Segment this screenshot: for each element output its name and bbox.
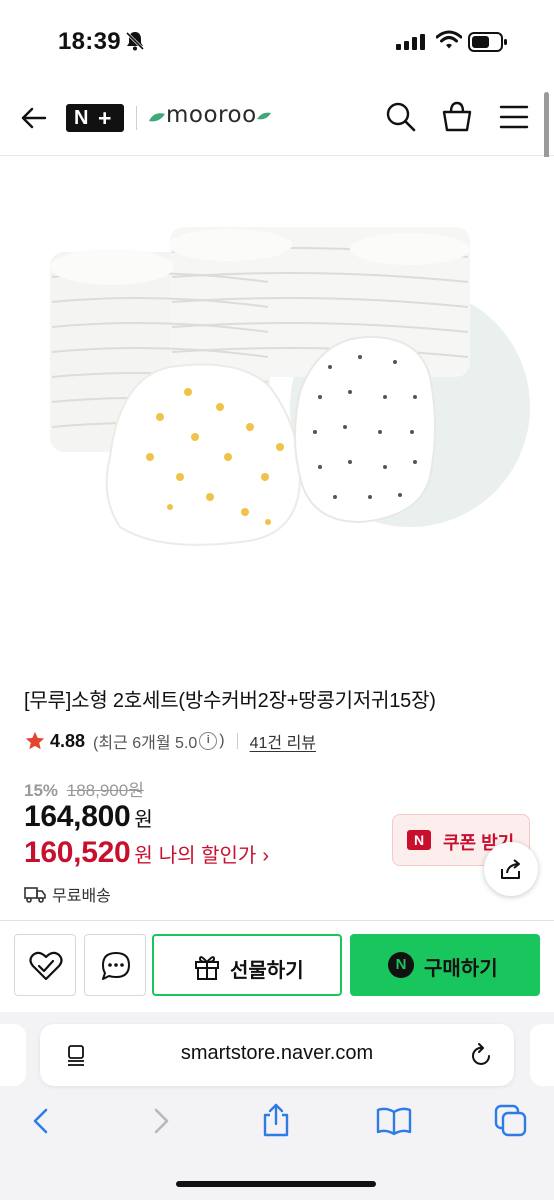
waterproof-cover-yellow	[105, 363, 302, 546]
heart-check-icon	[29, 951, 63, 981]
back-arrow-icon[interactable]	[18, 102, 50, 134]
shopping-bag-icon[interactable]	[440, 100, 474, 134]
gift-label: 선물하기	[230, 960, 304, 982]
product-title: [무루]소형 2호세트(방수커버2장+땅콩기저귀15장)	[24, 690, 436, 712]
leaf-icon	[257, 112, 271, 120]
section-divider	[0, 920, 554, 921]
share-icon	[501, 859, 520, 879]
bookmarks-icon[interactable]	[376, 1106, 412, 1136]
rating-row: 4.88 (최근 6개월 5.0 i ) 41건 리뷰	[24, 728, 316, 754]
status-time: 18:39	[58, 28, 121, 55]
previous-tab-peek[interactable]	[0, 1024, 26, 1086]
gift-icon	[195, 956, 219, 980]
rating-divider	[236, 733, 238, 749]
rating-meta-prefix: (최근 6개월 5.0	[93, 735, 198, 752]
sale-price-unit: 원	[134, 809, 153, 831]
rating-meta-suffix: )	[219, 732, 225, 749]
logo-divider	[136, 106, 137, 130]
buy-label: 구매하기	[424, 958, 498, 980]
my-discount-price: 160,520	[24, 836, 131, 869]
chevron-right-icon: ›	[262, 845, 269, 867]
my-discount-price-unit: 원	[134, 845, 153, 867]
discount-rate: 15%	[24, 781, 59, 800]
browser-toolbar: smartstore.naver.com	[0, 1012, 554, 1200]
leaf-icon	[149, 113, 165, 122]
shipping-row: 무료배송	[24, 882, 111, 906]
waterproof-cover-dotted	[294, 335, 436, 524]
search-icon[interactable]	[384, 100, 418, 134]
my-discount-price-label: 나의 할인가	[158, 845, 257, 867]
share-button[interactable]	[484, 842, 538, 896]
truck-icon	[24, 887, 46, 903]
rating-value: 4.88	[50, 730, 86, 751]
review-count-link[interactable]: 41건 리뷰	[250, 729, 316, 753]
coupon-naver-badge: N	[407, 830, 431, 850]
status-bar: 18:39	[0, 0, 554, 80]
reload-icon[interactable]	[470, 1042, 494, 1068]
product-image[interactable]	[0, 157, 554, 647]
buy-naver-badge: N	[388, 952, 414, 978]
share-sheet-icon[interactable]	[260, 1102, 292, 1138]
back-icon[interactable]	[28, 1106, 54, 1136]
talk-button[interactable]	[84, 934, 146, 996]
sale-price-row: 164,800 원	[24, 800, 153, 834]
info-icon[interactable]: i	[199, 732, 218, 750]
discount-row: 15% 188,900원	[24, 776, 144, 801]
url-text: smartstore.naver.com	[180, 1042, 374, 1064]
home-indicator	[176, 1181, 376, 1187]
tabs-icon[interactable]	[494, 1104, 528, 1138]
bell-off-icon	[125, 31, 145, 51]
battery-icon	[468, 32, 507, 52]
my-discount-price-row[interactable]: 160,520 원 나의 할인가 ›	[24, 836, 269, 870]
wifi-icon	[436, 30, 462, 49]
next-tab-peek[interactable]	[530, 1024, 554, 1086]
wishlist-button[interactable]	[14, 934, 76, 996]
gift-button[interactable]: 선물하기	[152, 934, 342, 996]
app-header: N + mooroo	[0, 80, 554, 156]
hamburger-menu-icon[interactable]	[498, 102, 530, 132]
naver-plus-logo[interactable]: N +	[66, 104, 124, 132]
chat-bubble-icon	[102, 952, 130, 980]
shipping-label: 무료배송	[52, 888, 111, 905]
forward-icon[interactable]	[148, 1106, 174, 1136]
buy-button[interactable]: N 구매하기	[350, 934, 540, 996]
address-bar[interactable]: smartstore.naver.com	[40, 1024, 514, 1086]
star-icon	[25, 731, 45, 750]
original-price: 188,900원	[66, 781, 144, 800]
sale-price: 164,800	[24, 800, 131, 833]
signal-icon	[396, 34, 425, 50]
brand-name: mooroo	[166, 102, 257, 128]
